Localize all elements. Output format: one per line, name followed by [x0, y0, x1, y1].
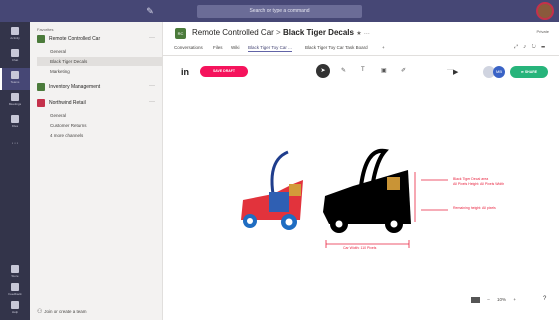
rail-meetings[interactable]: Meetings: [0, 90, 30, 112]
team-tile: [37, 99, 45, 107]
help-icon: [11, 301, 19, 309]
private-badge: Private: [536, 29, 549, 34]
tab-menu-icon[interactable]: ☰: [541, 44, 547, 50]
expand-icon[interactable]: ⤢: [514, 44, 520, 50]
zoom-level: 10%: [497, 297, 507, 303]
teams-icon: [11, 71, 19, 79]
team-name: Remote Controlled Car: [49, 36, 101, 42]
add-team-icon: ⚇: [37, 309, 43, 315]
popout-icon[interactable]: ⤴: [523, 44, 528, 50]
teams-pane: Favorites Remote Controlled Car ··· Gene…: [30, 22, 163, 320]
invision-app: in SAVE DRAFT ➤ ✎ T ▣ ✐ ··· ▶ MB ➦ SHARE: [163, 57, 559, 320]
channel-header: RC Remote Controlled Car > Black Tiger D…: [163, 22, 559, 56]
help-button[interactable]: ?: [543, 296, 546, 302]
invision-logo: in: [181, 67, 189, 77]
bell-icon: [11, 27, 19, 35]
zoom-out-button[interactable]: –: [487, 297, 490, 302]
present-icon[interactable]: ▶: [453, 68, 458, 76]
calendar-icon: [11, 93, 19, 101]
team-northwind-retail[interactable]: Northwind Retail ···: [37, 99, 155, 109]
tab-wiki[interactable]: Wiki: [231, 45, 240, 50]
colored-car-illustration: [241, 150, 303, 230]
more-channels-link[interactable]: 4 more channels: [45, 131, 163, 140]
rail-files[interactable]: Files: [0, 112, 30, 134]
annotation-decal-area: Black Tiger Decal area All Pixels Height…: [453, 177, 505, 186]
team-inventory-management[interactable]: Inventory Management ···: [37, 83, 155, 93]
user-avatar[interactable]: [536, 2, 554, 20]
rail-teams[interactable]: Teams: [0, 68, 30, 90]
feedback-icon: [11, 283, 19, 291]
channel-black-tiger-decals[interactable]: Black Tiger Decals: [37, 57, 163, 66]
select-tool-icon[interactable]: ➤: [316, 64, 330, 78]
top-bar: ✎ Search or type a command: [0, 0, 559, 22]
channel-general[interactable]: General: [45, 47, 163, 56]
refresh-icon[interactable]: ↻: [532, 44, 538, 50]
image-tool-icon[interactable]: ▣: [381, 67, 387, 74]
design-canvas[interactable]: [203, 142, 503, 262]
team-name: Northwind Retail: [49, 100, 86, 106]
store-icon: [11, 265, 19, 273]
text-tool-icon[interactable]: T: [361, 67, 365, 73]
pen-tool-icon[interactable]: ✎: [341, 67, 346, 74]
chat-icon: [11, 49, 19, 57]
more-options-icon[interactable]: ···: [364, 31, 370, 37]
add-tab-button[interactable]: +: [382, 45, 385, 50]
more-options-icon[interactable]: ···: [149, 35, 155, 41]
favorite-star-icon[interactable]: ★: [356, 31, 361, 37]
team-tile: [37, 83, 45, 91]
channel-marketing[interactable]: Marketing: [45, 67, 163, 76]
marker-tool-icon[interactable]: ✐: [401, 67, 406, 74]
annotation-car-width: Car Width: 110 Pixels: [343, 246, 377, 250]
zoom-in-button[interactable]: +: [513, 297, 516, 302]
team-avatar: RC: [175, 28, 186, 39]
compose-icon[interactable]: ✎: [143, 4, 157, 18]
tab-black-tiger-toy-car[interactable]: Black Tiger Toy Car ...: [248, 45, 292, 52]
header-actions: ⤢ ⤴ ↻ ☰: [514, 44, 547, 50]
share-button[interactable]: ➦ SHARE: [510, 66, 548, 78]
share-icon: ➦: [520, 70, 524, 74]
rail-chat[interactable]: Chat: [0, 46, 30, 68]
avatar: MB: [493, 66, 505, 78]
team-remote-controlled-car[interactable]: Remote Controlled Car ···: [37, 35, 155, 45]
favorites-label: Favorites: [37, 27, 54, 32]
tab-conversations[interactable]: Conversations: [174, 45, 203, 50]
team-tile: [37, 35, 45, 43]
team-name: Inventory Management: [49, 84, 101, 90]
app-rail: Activity Chat Teams Meetings Files ··· S…: [0, 22, 30, 320]
tab-task-board[interactable]: Black Tiger Toy Car Task Board: [305, 45, 368, 50]
channel-general[interactable]: General: [45, 111, 163, 120]
minimap-icon[interactable]: [471, 297, 480, 303]
save-draft-button[interactable]: SAVE DRAFT: [200, 66, 248, 77]
search-input[interactable]: Search or type a command: [197, 5, 362, 18]
more-options-icon[interactable]: ···: [149, 99, 155, 105]
page-title: Remote Controlled Car > Black Tiger Deca…: [192, 28, 370, 37]
more-apps-icon: ···: [11, 140, 19, 147]
files-icon: [11, 115, 19, 123]
rail-help[interactable]: Help: [0, 298, 30, 320]
channel-customer-returns[interactable]: Customer Returns: [45, 121, 163, 130]
rail-activity[interactable]: Activity: [0, 24, 30, 46]
join-create-team-button[interactable]: ⚇ Join or create a team: [37, 308, 87, 315]
rail-more-apps[interactable]: ···: [0, 134, 30, 156]
tab-files[interactable]: Files: [213, 45, 223, 50]
annotation-remaining-height: Remaining height: All pixels: [453, 206, 496, 210]
zoom-controls: – 10% +: [471, 297, 522, 303]
more-options-icon[interactable]: ···: [149, 83, 155, 89]
silhouette-car-illustration: [323, 148, 411, 233]
